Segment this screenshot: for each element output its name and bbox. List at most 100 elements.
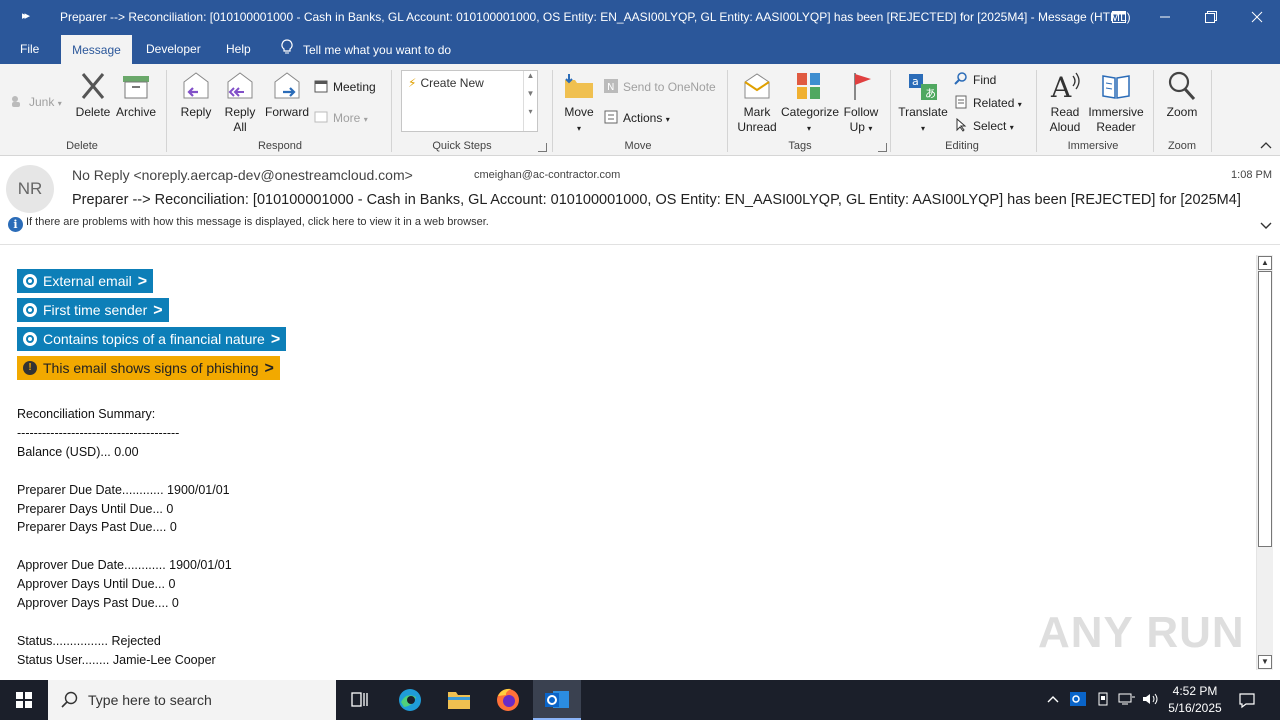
banner-info-icon <box>23 274 37 288</box>
clock-time: 4:52 PM <box>1172 684 1218 698</box>
tell-me-text: Tell me what you want to do <box>303 43 452 57</box>
junk-icon <box>10 94 24 108</box>
expand-header-chevron-icon[interactable] <box>1260 219 1272 233</box>
related-icon <box>954 95 968 109</box>
banner-phishing-warning[interactable]: ! This email shows signs of phishing > <box>17 356 280 380</box>
scroll-down-icon[interactable]: ▼ <box>1258 655 1272 669</box>
info-icon: i <box>8 217 23 232</box>
tell-me-box[interactable]: Tell me what you want to do <box>272 34 460 64</box>
lightning-icon: ⚡ <box>408 76 417 90</box>
ribbon-separator <box>1211 70 1212 152</box>
svg-text:N: N <box>607 82 614 93</box>
follow-up-button[interactable]: Follow Up ▾ <box>841 70 881 136</box>
zoom-magnifier-icon <box>1166 70 1198 102</box>
maximize-button[interactable] <box>1188 0 1234 34</box>
scroll-thumb[interactable] <box>1258 271 1272 547</box>
reply-all-button[interactable]: Reply All <box>220 70 260 135</box>
tab-file[interactable]: File <box>11 34 48 64</box>
select-button[interactable]: Select ▾ <box>954 117 1014 133</box>
collapse-ribbon-icon[interactable] <box>1260 140 1272 152</box>
start-button[interactable] <box>0 680 48 720</box>
sender[interactable]: No Reply <noreply.aercap-dev@onestreamcl… <box>72 167 413 183</box>
move-button[interactable]: Move ▾ <box>560 70 598 136</box>
chevron-right-icon: > <box>270 331 281 348</box>
forward-button[interactable]: Forward <box>264 70 310 120</box>
ribbon-tabs: File Message Developer Help Tell me what… <box>0 34 1280 64</box>
find-button[interactable]: Find <box>954 72 996 87</box>
delete-button[interactable]: Delete <box>74 70 112 120</box>
title-bar: ▸▸ Preparer --> Reconciliation: [0101000… <box>0 0 1280 34</box>
read-aloud-button[interactable]: A Read Aloud <box>1044 70 1086 135</box>
quick-steps-launcher-icon[interactable] <box>538 143 547 152</box>
body-scrollbar[interactable]: ▲ ▼ <box>1256 255 1273 670</box>
warning-icon: ! <box>23 361 37 375</box>
ribbon-separator <box>890 70 891 152</box>
edge-icon[interactable] <box>386 680 434 720</box>
banner-external-email[interactable]: External email > <box>17 269 154 293</box>
tab-help[interactable]: Help <box>217 34 260 64</box>
read-aloud-icon: A <box>1049 70 1081 104</box>
translate-button[interactable]: aあ Translate ▾ <box>897 70 949 136</box>
quick-steps-gallery[interactable]: ⚡ Create New ▲ ▼ ▾ <box>401 70 538 132</box>
info-bar[interactable]: i If there are problems with how this mes… <box>8 216 489 232</box>
taskbar-search-box[interactable]: Type here to search <box>48 680 336 720</box>
categorize-button[interactable]: Categorize ▾ <box>781 70 839 136</box>
file-explorer-icon[interactable] <box>435 680 483 720</box>
quick-access-overflow-icon[interactable]: ▸▸ <box>22 9 30 22</box>
tray-outlook-icon[interactable] <box>1070 691 1086 720</box>
tab-message[interactable]: Message <box>61 35 132 64</box>
svg-text:A: A <box>1050 71 1072 102</box>
search-icon <box>61 691 78 708</box>
translate-icon: aあ <box>907 70 939 102</box>
body-line: Approver Days Past Due.... 0 <box>17 596 179 610</box>
categorize-icon <box>793 70 825 102</box>
ribbon-separator <box>1036 70 1037 152</box>
avatar: NR <box>6 165 54 213</box>
firefox-icon[interactable] <box>484 680 532 720</box>
message-header: NR No Reply <noreply.aercap-dev@onestrea… <box>0 157 1280 245</box>
zoom-button[interactable]: Zoom <box>1161 70 1203 120</box>
body-line: Status User........ Jamie-Lee Cooper <box>17 653 216 667</box>
tray-overflow-chevron-icon[interactable] <box>1046 692 1060 720</box>
clock-date: 5/16/2025 <box>1168 701 1222 715</box>
quick-steps-scroll[interactable]: ▲ ▼ ▾ <box>523 71 537 131</box>
send-to-onenote-button[interactable]: N Send to OneNote <box>604 79 716 94</box>
network-icon[interactable] <box>1118 692 1136 720</box>
related-button[interactable]: Related ▾ <box>954 95 1022 110</box>
taskbar-clock[interactable]: 4:52 PM 5/16/2025 <box>1160 683 1230 717</box>
banner-financial-topics[interactable]: Contains topics of a financial nature > <box>17 327 287 351</box>
ribbon-display-options-icon[interactable] <box>1096 0 1142 34</box>
minimize-button[interactable] <box>1142 0 1188 34</box>
outlook-taskbar-icon[interactable] <box>533 680 581 720</box>
reply-all-icon <box>224 70 256 102</box>
close-button[interactable] <box>1234 0 1280 34</box>
svg-text:あ: あ <box>925 87 936 100</box>
scroll-up-icon[interactable]: ▲ <box>1258 256 1272 270</box>
volume-icon[interactable] <box>1142 692 1160 720</box>
meeting-button[interactable]: Meeting <box>314 79 376 94</box>
ribbon-separator <box>1153 70 1154 152</box>
quick-step-create-new[interactable]: ⚡ Create New <box>408 76 484 90</box>
body-line: --------------------------------------- <box>17 426 180 440</box>
body-line: Balance (USD)... 0.00 <box>17 445 139 459</box>
actions-button[interactable]: Actions ▾ <box>604 110 670 125</box>
ribbon-separator <box>391 70 392 152</box>
tags-launcher-icon[interactable] <box>878 143 887 152</box>
more-respond-button[interactable]: More ▾ <box>314 110 368 125</box>
tray-device-icon[interactable] <box>1096 692 1110 720</box>
immersive-reader-button[interactable]: Immersive Reader <box>1088 70 1144 135</box>
calendar-icon <box>314 79 328 93</box>
notifications-icon[interactable] <box>1238 691 1256 720</box>
body-line: Approver Due Date............ 1900/01/01 <box>17 558 232 572</box>
archive-button[interactable]: Archive <box>114 70 158 120</box>
banner-first-time-sender[interactable]: First time sender > <box>17 298 169 322</box>
junk-button[interactable]: Junk ▾ <box>10 94 62 109</box>
search-placeholder: Type here to search <box>88 692 212 708</box>
task-view-icon[interactable] <box>336 680 384 720</box>
reply-button[interactable]: Reply <box>176 70 216 120</box>
actions-icon <box>604 110 618 124</box>
mark-unread-button[interactable]: Mark Unread <box>735 70 779 135</box>
reply-icon <box>180 70 212 102</box>
tab-developer[interactable]: Developer <box>137 34 210 64</box>
recipient[interactable]: cmeighan@ac-contractor.com <box>474 169 620 181</box>
